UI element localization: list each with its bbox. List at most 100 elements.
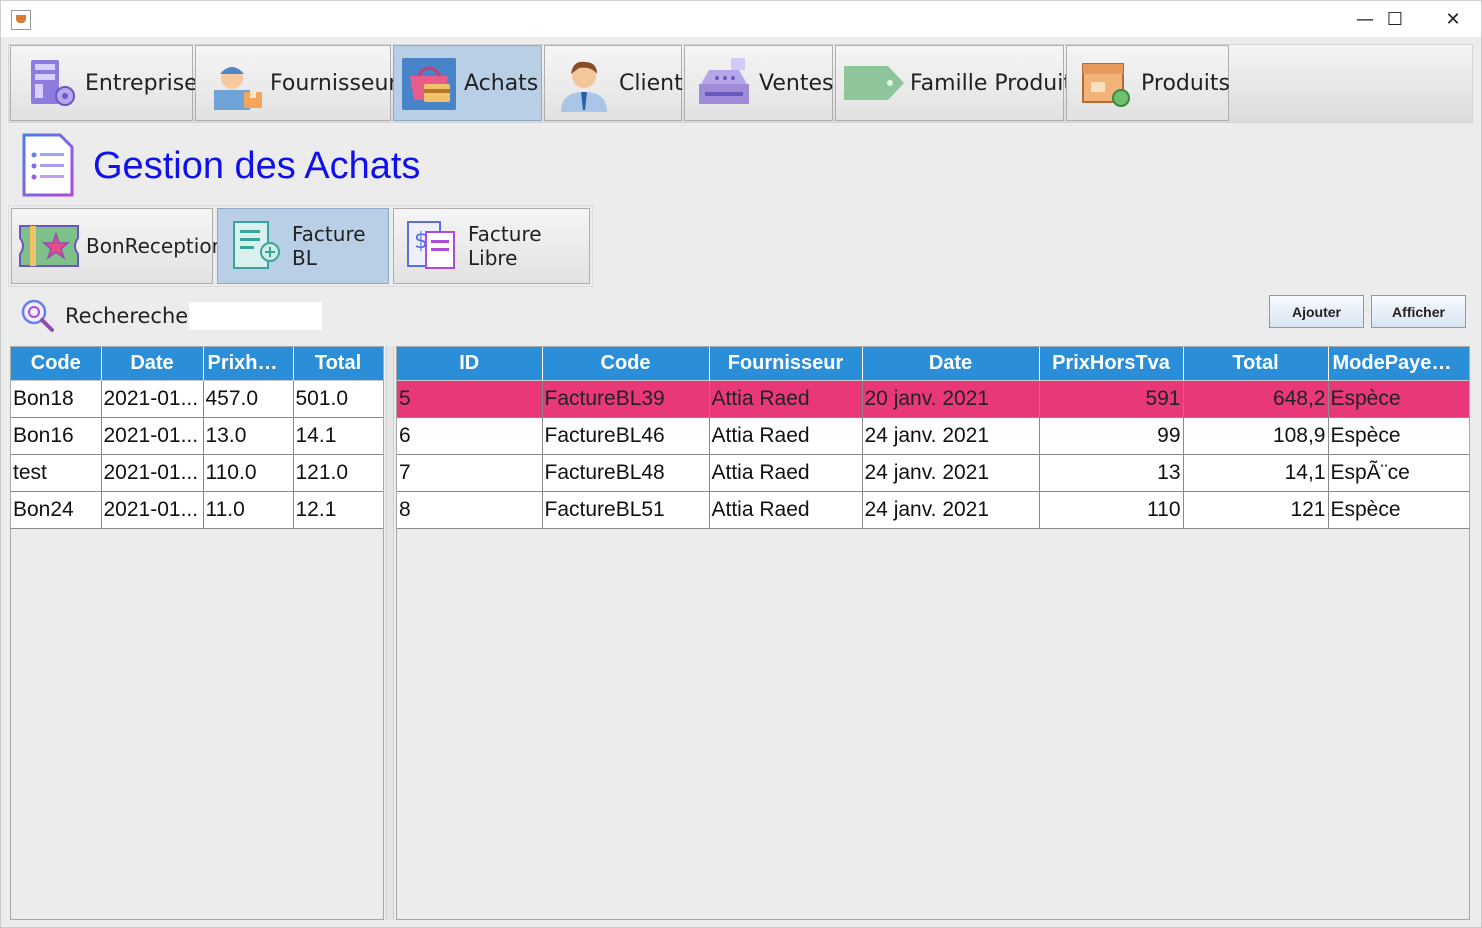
table-row[interactable]: 7 FactureBL48 Attia Raed 24 janv. 2021 1… [397,454,1469,492]
cell-mode-paiement: Espèce [1328,491,1469,529]
cell-date: 2021-01... [101,491,204,529]
cell-fournisseur: Attia Raed [709,417,863,455]
column-header[interactable]: Code [11,347,102,381]
cell-code: test [11,454,102,492]
nav-fournisseur-button[interactable]: Fournisseur [195,45,397,121]
nav-produits-label: Produits [1141,70,1231,96]
cell-code: FactureBL51 [542,491,710,529]
price-tag-icon [844,66,904,100]
search-icon [21,299,54,332]
table-row[interactable]: Bon16 2021-01... 13.0 14.1 [11,417,383,455]
cell-code: Bon18 [11,380,102,418]
column-header[interactable]: Code [542,347,710,381]
cell-mode-paiement: Espèce [1328,380,1469,418]
cell-prixhorstva: 13 [1039,454,1184,492]
tab-facture-libre[interactable]: $ Facture Libre [393,208,590,284]
cell-date: 24 janv. 2021 [862,454,1040,492]
table-row[interactable]: test 2021-01... 110.0 121.0 [11,454,383,492]
document-list-icon [22,133,74,197]
building-icon [31,60,75,106]
search-label: Rechereche [65,304,189,328]
cell-code: Bon24 [11,491,102,529]
nav-produits-button[interactable]: Produits [1066,45,1231,121]
cell-fournisseur: Attia Raed [709,454,863,492]
column-header[interactable]: PrixHorsTva [1039,347,1184,381]
cell-total: 121 [1183,491,1329,529]
bons-table: Code Date Prixhor... Total Bon18 2021-01… [11,347,383,529]
table-row[interactable]: Bon18 2021-01... 457.0 501.0 [11,380,383,418]
cell-date: 2021-01... [101,417,204,455]
afficher-button[interactable]: Afficher [1371,295,1466,328]
column-header[interactable]: Total [293,347,383,381]
cell-date: 20 janv. 2021 [862,380,1040,418]
java-app-icon [11,10,31,30]
businessman-icon [561,61,607,112]
close-button[interactable]: ✕ [1425,1,1481,38]
cell-id: 8 [397,491,543,529]
nav-achats-label: Achats [464,70,539,96]
cell-prixhors: 110.0 [203,454,294,492]
cell-total: 121.0 [293,454,383,492]
cell-prixhors: 11.0 [203,491,294,529]
column-header[interactable]: Fournisseur [709,347,863,381]
cell-prixhors: 457.0 [203,380,294,418]
nav-entreprise-button[interactable]: Entreprise [10,45,198,121]
column-header[interactable]: Date [101,347,204,381]
table-header-row: Code Date Prixhor... Total [11,347,383,381]
cell-prixhorstva: 99 [1039,417,1184,455]
nav-famille-produit-button[interactable]: Famille Produit [835,45,1072,121]
page-title: Gestion des Achats [93,145,421,187]
column-header[interactable]: Prixhor... [203,347,294,381]
cell-code: FactureBL48 [542,454,710,492]
column-header[interactable]: ModePayem... [1328,347,1469,381]
split-pane-divider[interactable] [386,346,394,920]
nav-famille-produit-label: Famille Produit [910,70,1072,96]
nav-ventes-label: Ventes [759,70,834,96]
table-row[interactable]: 8 FactureBL51 Attia Raed 24 janv. 2021 1… [397,491,1469,529]
cell-total: 14.1 [293,417,383,455]
ajouter-button[interactable]: Ajouter [1269,295,1364,328]
bons-table-panel: Code Date Prixhor... Total Bon18 2021-01… [10,346,384,920]
cell-code: FactureBL46 [542,417,710,455]
cell-fournisseur: Attia Raed [709,491,863,529]
column-header[interactable]: Total [1183,347,1329,381]
tab-facture-bl-label: Facture BL [292,222,366,270]
maximize-button[interactable]: ☐ [1367,1,1423,38]
table-row[interactable]: Bon24 2021-01... 11.0 12.1 [11,491,383,529]
search-input[interactable] [189,302,322,330]
nav-fournisseur-label: Fournisseur [270,70,398,96]
cell-total: 14,1 [1183,454,1329,492]
column-header[interactable]: Date [862,347,1040,381]
table-row[interactable]: 6 FactureBL46 Attia Raed 24 janv. 2021 9… [397,417,1469,455]
cell-prixhorstva: 591 [1039,380,1184,418]
product-box-icon [1082,63,1130,107]
cell-date: 2021-01... [101,380,204,418]
nav-ventes-button[interactable]: Ventes [684,45,833,121]
column-header[interactable]: ID [397,347,543,381]
cell-date: 24 janv. 2021 [862,491,1040,529]
shopping-basket-icon [402,58,456,110]
table-row-selected[interactable]: 5 FactureBL39 Attia Raed 20 janv. 2021 5… [397,380,1469,418]
cell-fournisseur: Attia Raed [709,380,863,418]
factures-table-panel: ID Code Fournisseur Date PrixHorsTva Tot… [396,346,1470,920]
cell-date: 24 janv. 2021 [862,417,1040,455]
cell-total: 501.0 [293,380,383,418]
cell-mode-paiement: Espèce [1328,417,1469,455]
cell-prixhors: 13.0 [203,417,294,455]
table-header-row: ID Code Fournisseur Date PrixHorsTva Tot… [397,347,1469,381]
nav-client-label: Client [619,70,683,96]
cell-prixhorstva: 110 [1039,491,1184,529]
cell-date: 2021-01... [101,454,204,492]
window-title-bar: — ☐ ✕ [0,0,1482,38]
tab-bon-reception[interactable]: BonReception [11,208,224,284]
ticket-star-icon [19,225,79,267]
nav-achats-button[interactable]: Achats [393,45,542,121]
cash-register-icon [699,58,749,104]
tab-bon-reception-label: BonReception [86,234,225,258]
invoice-dollar-icon: $ [407,221,455,269]
tab-facture-bl[interactable]: Facture BL [217,208,389,284]
tab-facture-libre-label: Facture Libre [468,222,542,270]
nav-client-button[interactable]: Client [544,45,683,121]
cell-mode-paiement: EspÃ¨ce [1328,454,1469,492]
cell-id: 6 [397,417,543,455]
